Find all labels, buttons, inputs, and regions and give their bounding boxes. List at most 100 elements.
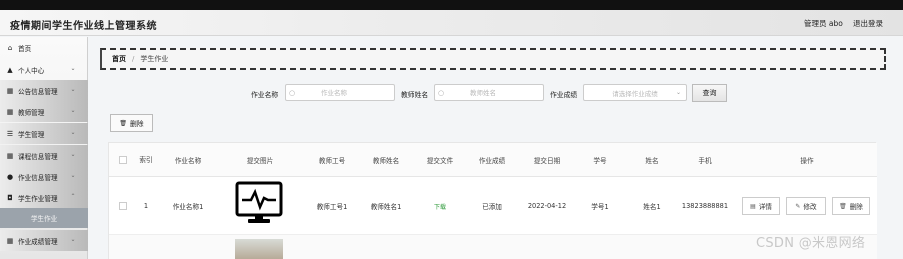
score-label: 作业成绩 [550,91,578,99]
sidebar-item-label: 首页 [18,44,32,53]
teacher-name-input-wrap[interactable]: ○ [434,84,544,101]
grid-icon: ▦ [6,236,14,245]
score-select[interactable]: 请选择作业成绩 ⌄ [583,84,687,101]
grid-icon: ▦ [6,107,14,116]
chevron-down-icon: ⌄ [70,151,76,158]
top-bar [0,0,903,10]
header-student-name: 姓名 [645,157,659,165]
detail-label: 详情 [758,203,772,211]
user-icon: ▲ [7,65,13,74]
cell-date: 2022-04-12 [527,202,567,210]
row-delete-button[interactable]: 🗑 删除 [832,197,870,215]
header-teacher-name: 教师姓名 [372,157,400,165]
edit-button[interactable]: ✎ 修改 [786,197,826,215]
header-actions: 操作 [800,157,814,165]
sidebar-item-label: 教师管理 [18,108,45,117]
detail-button[interactable]: ▤ 详情 [742,197,780,215]
header-phone: 手机 [698,157,712,165]
edit-icon: ✎ [795,202,801,210]
header-index: 索引 [139,155,153,164]
chevron-down-icon: ⌄ [70,172,76,179]
header-image: 提交图片 [246,157,274,165]
row-checkbox[interactable] [119,202,127,210]
document-icon: ▤ [750,202,756,210]
grid-icon: ▦ [6,151,14,160]
monitor-image [235,181,283,223]
sliders-icon: ☰ [6,129,14,138]
sidebar-item-student[interactable]: ☰ 学生管理 ⌄ [0,123,88,144]
sidebar-item-student-homework[interactable]: ◘ 学生作业管理 ⌃ [0,187,88,208]
sidebar-item-label: 作业信息管理 [18,173,58,182]
cell-teacher-name: 教师姓名1 [370,203,402,211]
row-delete-label: 删除 [849,203,863,211]
trash-icon: 🗑 [839,202,847,210]
sidebar-item-label: 课程信息管理 [18,152,58,161]
cell-name: 作业名称1 [172,203,204,211]
sidebar-item-label: 作业成绩管理 [18,237,58,246]
teacher-name-label: 教师姓名 [401,91,429,99]
cell-student-id: 学号1 [591,203,609,211]
sidebar-item-score[interactable]: ▦ 作业成绩管理 ⌄ [0,230,88,251]
sidebar-subitem-student-homework[interactable]: 学生作业 [0,208,88,228]
sidebar-item-label: 学生作业 [30,215,58,223]
pin-icon: ● [6,172,14,181]
edit-label: 修改 [803,203,817,211]
query-button[interactable]: 查询 [692,84,727,102]
header-name: 作业名称 [174,157,202,165]
sidebar-item-label: 个人中心 [18,66,45,75]
sidebar-item-course[interactable]: ▦ 课程信息管理 ⌄ [0,145,88,166]
chevron-down-icon: ⌄ [675,89,681,96]
header-score: 作业成绩 [478,157,506,165]
home-icon: ⌂ [7,43,13,52]
sidebar-item-notice[interactable]: ▦ 公告信息管理 ⌄ [0,80,88,101]
chevron-down-icon: ⌄ [70,107,76,114]
breadcrumb: 首页 / 学生作业 [100,48,886,70]
table-row: 1 作业名称1 教师工号1 教师姓名1 下载 已添加 2022-04-12 学号… [109,177,877,235]
homework-name-input[interactable] [299,88,369,97]
homework-name-input-wrap[interactable]: ○ [285,84,395,101]
chevron-down-icon: ⌄ [70,236,76,243]
table-header-row: 索引 作业名称 提交图片 教师工号 教师姓名 提交文件 作业成绩 提交日期 学号… [109,143,877,177]
batch-delete-button[interactable]: 🗑 删除 [110,114,153,132]
chevron-up-icon: ⌃ [70,193,76,200]
header-date: 提交日期 [533,157,561,165]
header-student-id: 学号 [593,157,607,165]
header-file: 提交文件 [426,157,454,165]
select-all-checkbox[interactable] [119,156,127,164]
logout-link[interactable]: 退出登录 [853,18,883,29]
app-title: 疫情期间学生作业线上管理系统 [10,21,157,32]
admin-label: 管理员 abo [804,19,843,28]
breadcrumb-separator: / [132,55,135,63]
breadcrumb-home[interactable]: 首页 [112,54,126,64]
trash-icon: 🗑 [119,119,128,127]
download-link[interactable]: 下载 [434,202,446,211]
header-teacher-id: 教师工号 [318,157,346,165]
chevron-down-icon: ⌄ [70,86,76,93]
watermark: CSDN @米恩网络 [756,236,866,251]
batch-delete-label: 删除 [130,120,144,128]
submission-thumbnail [235,239,283,259]
book-icon: ◘ [7,193,13,202]
sidebar: ⌂ 首页 ▲ 个人中心 ⌄ ▦ 公告信息管理 ⌄ ▦ 教师管理 ⌄ ☰ 学生管理… [0,37,88,259]
teacher-name-input[interactable] [448,88,518,97]
cell-file: 下载 [417,177,463,235]
cell-score: 已添加 [482,203,502,211]
sidebar-item-homework[interactable]: ● 作业信息管理 ⌄ [0,166,88,187]
sidebar-item-label: 学生管理 [18,130,45,139]
app-header: 疫情期间学生作业线上管理系统 管理员 abo 退出登录 [0,10,903,36]
sidebar-item-home[interactable]: ⌂ 首页 [0,37,88,58]
cell-teacher-id: 教师工号1 [316,203,348,211]
sidebar-item-label: 公告信息管理 [18,87,58,96]
homework-name-label: 作业名称 [251,91,279,99]
sidebar-item-profile[interactable]: ▲ 个人中心 ⌄ [0,59,88,80]
cell-student-name: 姓名1 [643,203,661,211]
cell-phone: 13823888881 [681,202,729,210]
search-icon: ○ [289,88,296,97]
search-icon: ○ [438,88,445,97]
chevron-down-icon: ⌄ [70,129,76,136]
breadcrumb-current: 学生作业 [140,55,169,63]
score-select-placeholder: 请选择作业成绩 [612,89,658,98]
sidebar-item-teacher[interactable]: ▦ 教师管理 ⌄ [0,101,88,122]
cell-index: 1 [143,202,149,210]
chevron-down-icon: ⌄ [70,65,76,72]
